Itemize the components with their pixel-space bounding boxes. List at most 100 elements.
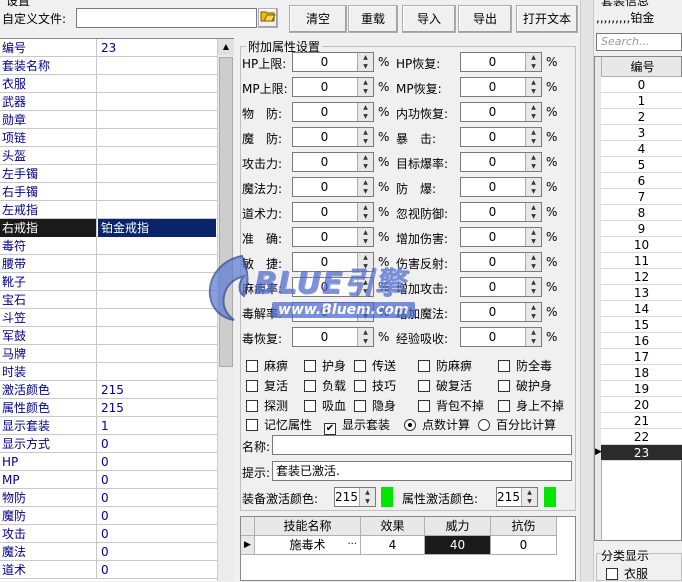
property-row[interactable]: MP 0 xyxy=(0,471,217,489)
grid-header-effect[interactable]: 效果 xyxy=(361,517,425,536)
property-value[interactable]: 0 xyxy=(98,525,216,543)
spin-arrows[interactable]: ▲▼ xyxy=(357,178,373,196)
property-row[interactable]: 斗笠 xyxy=(0,309,217,327)
property-row[interactable]: 毒符 xyxy=(0,237,217,255)
attr-spin[interactable]: 0 ▲▼ xyxy=(460,327,542,347)
property-value[interactable]: 0 xyxy=(98,453,216,471)
checkbox-box[interactable] xyxy=(246,380,258,392)
spin-arrows[interactable]: ▲▼ xyxy=(357,203,373,221)
property-value[interactable] xyxy=(98,129,216,147)
feature-checkbox[interactable]: 吸血 xyxy=(304,397,346,414)
attr-spin[interactable]: 0 ▲▼ xyxy=(460,227,542,247)
id-grid-header[interactable]: 编号 xyxy=(602,57,681,77)
property-row[interactable]: 套装名称 xyxy=(0,57,217,75)
custom-file-input[interactable] xyxy=(76,8,257,28)
checkbox-box[interactable] xyxy=(304,360,316,372)
property-list[interactable]: 编号 23 套装名称 衣服 武器 勋章 项链 头盔 左手镯 右手镯 左戒指 右戒指 铂金戒指 毒符 腰带 靴子… xyxy=(0,38,234,581)
id-row[interactable]: 20 xyxy=(601,397,682,413)
feature-checkbox[interactable]: 身上不掉 xyxy=(498,397,564,414)
feature-checkbox[interactable]: 破复活 xyxy=(418,377,472,394)
id-row[interactable]: 21 xyxy=(601,413,682,429)
property-row[interactable]: 右戒指 铂金戒指 xyxy=(0,219,217,237)
checkbox-box[interactable] xyxy=(498,380,510,392)
skill-grid[interactable]: 技能名称 效果 威力 抗伤 ▶ 施毒术 ··· 4 40 0 xyxy=(240,516,576,581)
id-row[interactable]: 1 xyxy=(601,93,682,109)
spin-arrows[interactable]: ▲▼ xyxy=(525,103,541,121)
property-value[interactable]: 0 xyxy=(98,471,216,489)
id-row[interactable]: 10 xyxy=(601,237,682,253)
attr-spin[interactable]: 0 ▲▼ xyxy=(292,127,374,147)
property-row[interactable]: 物防 0 xyxy=(0,489,217,507)
property-row[interactable]: 右手镯 xyxy=(0,183,217,201)
spin-arrows[interactable]: ▲▼ xyxy=(357,228,373,246)
property-row[interactable]: 激活颜色 215 xyxy=(0,381,217,399)
category-clothes-checkbox[interactable]: 衣服 xyxy=(606,565,648,582)
feature-checkbox[interactable]: 负载 xyxy=(304,377,346,394)
property-value[interactable] xyxy=(98,111,216,129)
feature-checkbox[interactable]: 麻痹 xyxy=(246,357,288,374)
property-row[interactable]: 时装 xyxy=(0,363,217,381)
attr-spin[interactable]: 0 ▲▼ xyxy=(292,227,374,247)
export-button[interactable]: 导出 xyxy=(458,5,512,33)
equip-color-spin-arrows[interactable]: ▲ ▼ xyxy=(359,488,375,506)
checkbox-box[interactable] xyxy=(354,380,366,392)
property-row[interactable]: 勋章 xyxy=(0,111,217,129)
reload-button[interactable]: 重载 xyxy=(348,5,398,33)
grid-header-power[interactable]: 威力 xyxy=(425,517,491,536)
point-calc-radio[interactable]: 点数计算 xyxy=(404,416,470,433)
id-row[interactable]: 17 xyxy=(601,349,682,365)
property-value[interactable]: 215 xyxy=(98,399,216,417)
feature-checkbox[interactable]: 技巧 xyxy=(354,377,396,394)
spin-arrows[interactable]: ▲▼ xyxy=(525,78,541,96)
property-row[interactable]: 衣服 xyxy=(0,75,217,93)
attr-spin[interactable]: 0 ▲▼ xyxy=(292,52,374,72)
id-row[interactable]: 11 xyxy=(601,253,682,269)
id-row[interactable]: 2 xyxy=(601,109,682,125)
name-input[interactable] xyxy=(272,435,572,455)
checkbox-box[interactable] xyxy=(498,400,510,412)
property-row[interactable]: HP 0 xyxy=(0,453,217,471)
property-value[interactable]: 0 xyxy=(98,543,216,561)
id-row[interactable]: 18 xyxy=(601,365,682,381)
property-row[interactable]: 项链 xyxy=(0,129,217,147)
more-ellipsis-icon[interactable]: ··· xyxy=(347,536,357,554)
property-value[interactable] xyxy=(98,363,216,381)
spin-arrows[interactable]: ▲▼ xyxy=(525,178,541,196)
feature-checkbox[interactable]: 传送 xyxy=(354,357,396,374)
property-row[interactable]: 攻击 0 xyxy=(0,525,217,543)
attr-spin[interactable]: 0 ▲▼ xyxy=(292,77,374,97)
property-value[interactable] xyxy=(98,93,216,111)
spin-arrows[interactable]: ▲▼ xyxy=(525,278,541,296)
attr-color-spin[interactable]: 215 ▲ ▼ xyxy=(496,487,538,507)
checkbox-box[interactable] xyxy=(498,360,510,372)
checkbox-box[interactable] xyxy=(354,400,366,412)
feature-checkbox[interactable]: 防全毒 xyxy=(498,357,552,374)
skill-effect-cell[interactable]: 4 xyxy=(361,536,425,555)
property-value[interactable] xyxy=(98,309,216,327)
feature-checkbox[interactable]: 复活 xyxy=(246,377,288,394)
property-row[interactable]: 左戒指 xyxy=(0,201,217,219)
property-row[interactable]: 魔法 0 xyxy=(0,543,217,561)
property-row[interactable]: 马牌 xyxy=(0,345,217,363)
property-row[interactable]: 靴子 xyxy=(0,273,217,291)
spin-arrows[interactable]: ▲▼ xyxy=(357,78,373,96)
property-value[interactable] xyxy=(98,327,216,345)
property-value[interactable] xyxy=(98,237,216,255)
id-row[interactable]: 14 xyxy=(601,301,682,317)
checkbox-box[interactable] xyxy=(304,400,316,412)
scroll-up-arrow[interactable]: ▲ xyxy=(218,39,234,55)
checkbox-box[interactable] xyxy=(246,400,258,412)
attr-spin[interactable]: 0 ▲▼ xyxy=(460,127,542,147)
memory-box[interactable] xyxy=(246,419,258,431)
clear-button[interactable]: 清空 xyxy=(289,5,347,33)
property-value[interactable]: 0 xyxy=(98,507,216,525)
property-value[interactable]: 0 xyxy=(98,489,216,507)
checkbox-box[interactable] xyxy=(418,360,430,372)
id-row[interactable]: 5 xyxy=(601,157,682,173)
attr-spin[interactable]: 0 ▲▼ xyxy=(460,202,542,222)
spin-arrows[interactable]: ▲▼ xyxy=(525,203,541,221)
attr-color-spin-arrows[interactable]: ▲ ▼ xyxy=(521,488,537,506)
spin-arrows[interactable]: ▲▼ xyxy=(525,53,541,71)
id-row[interactable]: 8 xyxy=(601,205,682,221)
spin-arrows[interactable]: ▲▼ xyxy=(525,253,541,271)
